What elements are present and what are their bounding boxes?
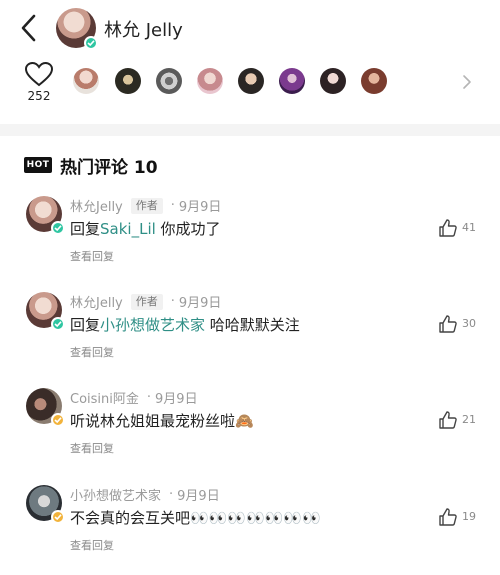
like-count: 252: [27, 89, 51, 103]
commenter-name[interactable]: Coisini阿金: [70, 388, 139, 407]
author-tag: 作者: [130, 293, 163, 310]
verified-badge-icon: [51, 413, 65, 427]
hot-comments-title: 热门评论 10: [60, 157, 158, 178]
comment-date: 9月9日: [155, 392, 198, 407]
meta-separator: ·: [170, 294, 175, 309]
view-replies-link[interactable]: 查看回复: [70, 248, 114, 264]
view-replies-link[interactable]: 查看回复: [70, 344, 114, 360]
likers-row: 252: [0, 56, 500, 112]
liker-avatar[interactable]: [279, 68, 305, 94]
top-bar: 林允 Jelly: [0, 0, 500, 56]
meta-separator: ·: [146, 390, 152, 405]
comment-meta: 小孙想做艺术家 · 9月9日: [70, 485, 220, 504]
chevron-right-icon[interactable]: [460, 72, 474, 92]
comment-date: 9月9日: [178, 296, 222, 311]
commenter-avatar[interactable]: [26, 196, 65, 235]
comment-body: 不会真的会互关吧👀👀👀👀👀👀👀: [70, 509, 321, 527]
comment-like-count: 30: [462, 317, 476, 330]
comment-like-count: 21: [462, 413, 476, 426]
thumbs-up-icon[interactable]: [438, 314, 458, 334]
comment-like-count: 19: [462, 510, 476, 523]
liker-avatar[interactable]: [73, 68, 99, 94]
heart-icon[interactable]: [24, 61, 54, 87]
reply-prefix: 回复: [70, 316, 101, 334]
commenter-avatar[interactable]: [26, 388, 65, 427]
comment-item: 林允Jelly 作者 · 9月9日 回复Saki_Lil 你成功了 查看回复 4…: [0, 196, 500, 286]
thumbs-up-icon[interactable]: [438, 507, 458, 527]
view-replies-link[interactable]: 查看回复: [70, 440, 114, 456]
section-divider: [0, 124, 500, 136]
commenter-name[interactable]: 林允Jelly: [70, 196, 123, 215]
liker-avatar[interactable]: [238, 68, 264, 94]
commenter-name[interactable]: 林允Jelly: [70, 292, 123, 311]
liker-avatar[interactable]: [320, 68, 346, 94]
comment-date: 9月9日: [178, 200, 222, 215]
commenter-avatar[interactable]: [26, 485, 65, 524]
liker-avatar[interactable]: [115, 68, 141, 94]
commenter-avatar[interactable]: [26, 292, 65, 331]
comment-body: 听说林允姐姐最宠粉丝啦🙈: [70, 412, 254, 430]
comment-item: 林允Jelly 作者 · 9月9日 回复小孙想做艺术家 哈哈默默关注 查看回复 …: [0, 292, 500, 382]
verified-badge-icon: [51, 510, 65, 524]
meta-separator: ·: [169, 487, 174, 502]
profile-avatar[interactable]: [56, 8, 98, 50]
mention-link[interactable]: Saki_Lil: [100, 220, 156, 238]
thumbs-up-icon[interactable]: [438, 218, 458, 238]
profile-name[interactable]: 林允 Jelly: [104, 16, 183, 42]
comment-meta: Coisini阿金 · 9月9日: [70, 388, 198, 407]
thumbs-up-icon[interactable]: [438, 410, 458, 430]
meta-separator: ·: [170, 198, 175, 213]
liker-avatar[interactable]: [361, 68, 387, 94]
hot-comments-header: HOT 热门评论 10: [24, 152, 158, 178]
reply-prefix: 回复: [70, 220, 101, 238]
comment-text[interactable]: 回复小孙想做艺术家 哈哈默默关注: [70, 314, 300, 335]
verified-badge-icon: [51, 317, 65, 331]
verified-badge-icon: [51, 221, 65, 235]
comment-text[interactable]: 不会真的会互关吧👀👀👀👀👀👀👀: [70, 507, 321, 528]
comment-body: 哈哈默默关注: [205, 316, 300, 334]
comment-text[interactable]: 听说林允姐姐最宠粉丝啦🙈: [70, 410, 254, 431]
view-replies-link[interactable]: 查看回复: [70, 537, 114, 553]
commenter-name[interactable]: 小孙想做艺术家: [70, 485, 161, 504]
comment-item: Coisini阿金 · 9月9日 听说林允姐姐最宠粉丝啦🙈 查看回复 21: [0, 388, 500, 478]
comment-item: 小孙想做艺术家 · 9月9日 不会真的会互关吧👀👀👀👀👀👀👀 查看回复 19: [0, 485, 500, 575]
back-arrow-icon[interactable]: [16, 12, 44, 44]
comment-body: 你成功了: [155, 220, 221, 238]
comment-like-count: 41: [462, 221, 476, 234]
author-tag: 作者: [130, 197, 163, 214]
mention-link[interactable]: 小孙想做艺术家: [100, 316, 205, 334]
comment-date: 9月9日: [177, 489, 220, 504]
hot-badge: HOT: [24, 157, 52, 173]
comment-text[interactable]: 回复Saki_Lil 你成功了: [70, 218, 221, 239]
liker-avatar[interactable]: [197, 68, 223, 94]
comment-meta: 林允Jelly 作者 · 9月9日: [70, 196, 221, 215]
verified-badge-icon: [84, 36, 98, 50]
liker-avatar[interactable]: [156, 68, 182, 94]
comment-meta: 林允Jelly 作者 · 9月9日: [70, 292, 221, 311]
